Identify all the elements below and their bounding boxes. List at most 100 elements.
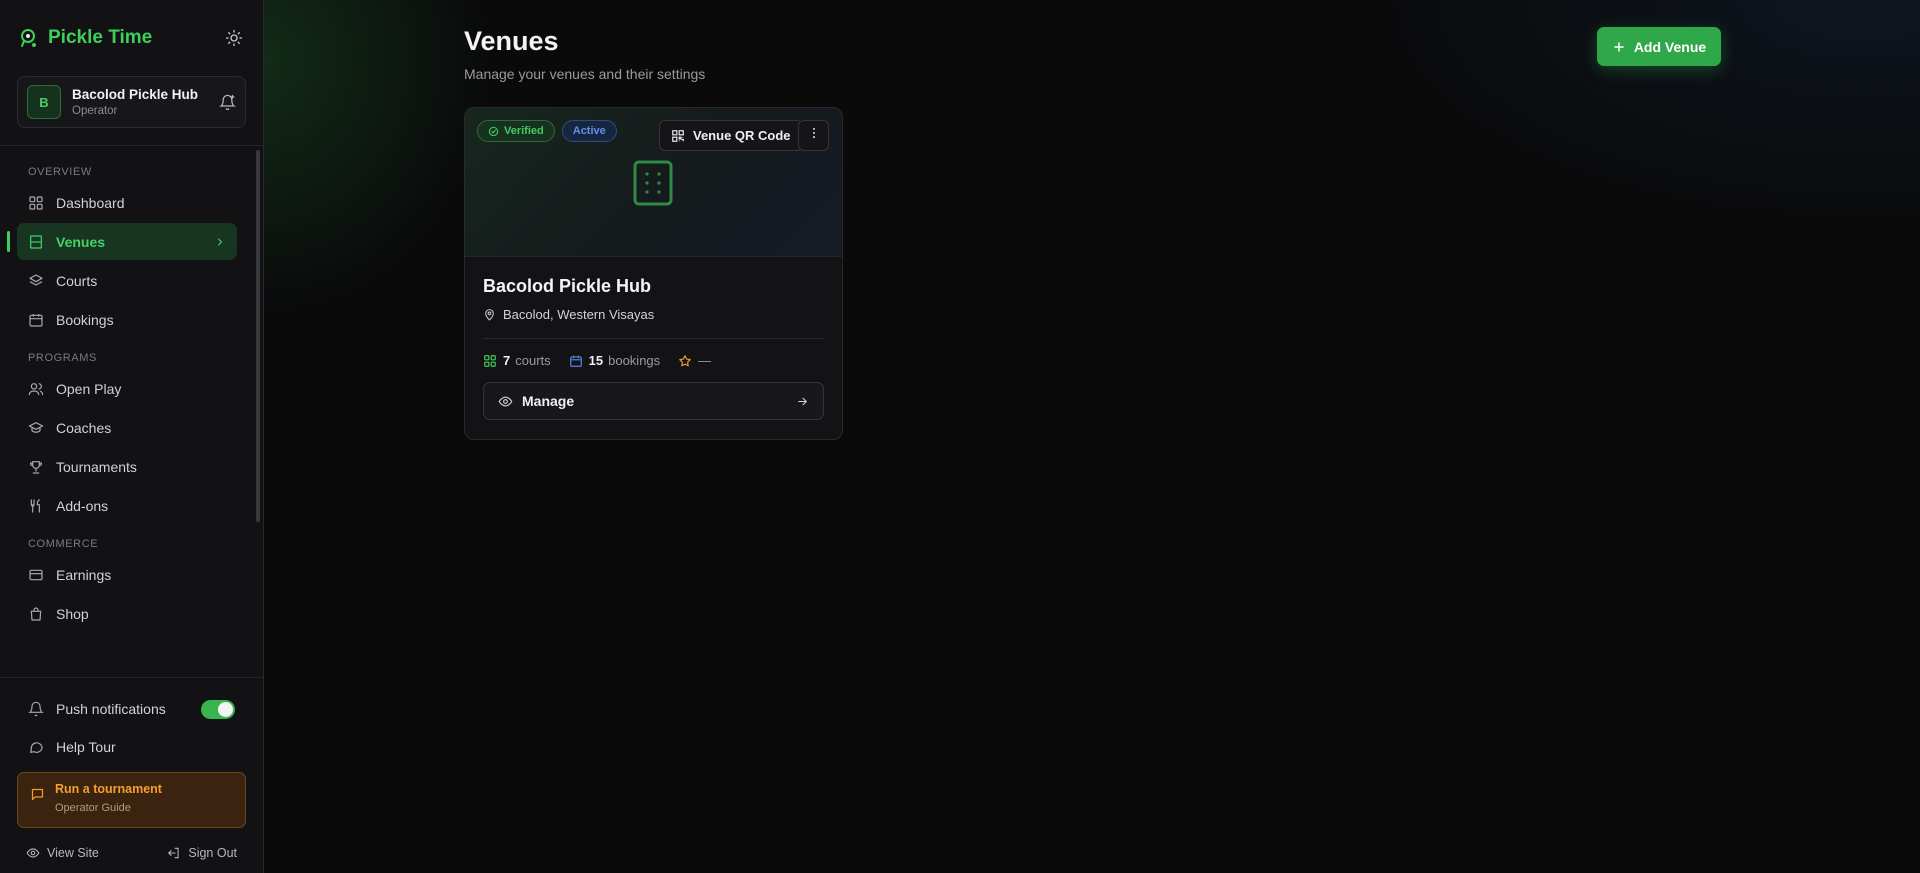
bell-icon — [28, 701, 44, 717]
operator-guide-promo[interactable]: Run a tournament Operator Guide — [17, 772, 246, 828]
bookings-label: bookings — [608, 353, 661, 368]
bookings-count: 15 — [588, 353, 604, 368]
push-notifications-label: Push notifications — [56, 701, 166, 717]
active-badge: Active — [561, 120, 617, 142]
sign-out-label: Sign Out — [188, 846, 237, 860]
calendar-icon — [28, 312, 44, 328]
more-options-button[interactable] — [798, 120, 829, 151]
sidebar-item-tournaments[interactable]: Tournaments — [17, 448, 237, 485]
view-site-link[interactable]: View Site — [26, 846, 99, 860]
bookings-stat: 15 bookings — [569, 353, 661, 368]
layers-icon — [28, 273, 44, 289]
shopping-bag-icon — [28, 606, 44, 622]
push-notifications-row: Push notifications — [0, 690, 263, 728]
sidebar-item-open-play[interactable]: Open Play — [17, 370, 237, 407]
add-venue-button[interactable]: Add Venue — [1597, 27, 1721, 66]
sidebar-bottom: Push notifications Help Tour Run a tourn… — [0, 677, 263, 873]
help-tour-label: Help Tour — [56, 739, 116, 755]
section-label-commerce: COMMERCE — [28, 538, 99, 550]
verified-label: Verified — [504, 125, 544, 137]
wallet-icon — [28, 567, 44, 583]
org-avatar: B — [27, 85, 61, 119]
sidebar-item-label: Bookings — [56, 311, 114, 328]
promo-text: Run a tournament Operator Guide — [55, 782, 162, 814]
sidebar-item-bookings[interactable]: Bookings — [17, 301, 237, 338]
org-info: Bacolod Pickle Hub Operator — [72, 87, 219, 117]
venue-name: Bacolod Pickle Hub — [483, 276, 652, 296]
theme-toggle-sun-icon[interactable] — [223, 27, 245, 49]
manage-label: Manage — [522, 393, 575, 409]
sidebar: Pickle Time B Bacolod Pickle Hub Operato… — [0, 0, 264, 873]
chevron-right-icon — [214, 236, 226, 248]
court-placeholder-icon — [633, 160, 673, 211]
sidebar-item-label: Coaches — [56, 419, 112, 436]
grid-icon — [28, 195, 44, 211]
sidebar-item-coaches[interactable]: Coaches — [17, 409, 237, 446]
venue-divider — [483, 338, 824, 339]
sidebar-item-venues[interactable]: Venues — [7, 223, 237, 260]
trophy-icon — [28, 459, 44, 475]
arrow-right-icon — [796, 395, 809, 408]
log-out-icon — [167, 846, 181, 860]
org-switcher[interactable]: B Bacolod Pickle Hub Operator — [17, 76, 246, 128]
sidebar-item-courts[interactable]: Courts — [17, 262, 237, 299]
view-site-label: View Site — [47, 846, 99, 860]
sidebar-scrollbar[interactable] — [256, 150, 260, 522]
sidebar-item-label: Open Play — [56, 380, 122, 397]
push-notifications-toggle[interactable] — [201, 699, 235, 719]
venue-location-text: Bacolod, Western Visayas — [503, 307, 655, 322]
grid-icon — [483, 354, 497, 368]
eye-icon — [26, 846, 40, 860]
sidebar-item-dashboard[interactable]: Dashboard — [17, 184, 237, 221]
page-title: Venues — [464, 26, 559, 56]
sidebar-item-label: Dashboard — [56, 194, 125, 211]
venue-qr-code-button[interactable]: Venue QR Code — [659, 120, 803, 151]
help-tour-button[interactable]: Help Tour — [0, 728, 263, 766]
courts-count: 7 — [503, 353, 511, 368]
qr-code-icon — [671, 129, 685, 143]
sidebar-item-label: Tournaments — [56, 458, 137, 475]
promo-subtitle: Operator Guide — [55, 802, 131, 814]
brand-header: Pickle Time — [0, 0, 263, 76]
section-label-overview: OVERVIEW — [28, 166, 92, 178]
brand-name: Pickle Time — [48, 27, 153, 48]
map-pin-icon — [483, 308, 496, 321]
sidebar-item-shop[interactable]: Shop — [17, 595, 237, 632]
check-circle-icon — [488, 126, 499, 137]
venue-card-body: Bacolod Pickle Hub Bacolod, Western Visa… — [465, 257, 842, 439]
rating-value: — — [698, 353, 712, 368]
sidebar-item-earnings[interactable]: Earnings — [17, 556, 237, 593]
verified-badge: Verified — [477, 120, 555, 142]
venue-location: Bacolod, Western Visayas — [483, 307, 824, 322]
calendar-icon — [569, 354, 583, 368]
plus-icon — [1612, 40, 1626, 54]
org-role: Operator — [72, 105, 118, 117]
sidebar-item-add-ons[interactable]: Add-ons — [17, 487, 237, 524]
main-content: Venues Manage your venues and their sett… — [264, 0, 1920, 873]
eye-icon — [498, 394, 513, 409]
venue-stats: 7 courts 15 bookings — — [483, 353, 824, 368]
sidebar-item-label: Shop — [56, 605, 89, 622]
sidebar-item-label: Earnings — [56, 566, 112, 583]
section-label-programs: PROGRAMS — [28, 352, 97, 364]
venue-badges: Verified Active — [477, 120, 617, 142]
venue-card-hero: Verified Active Venue QR Code — [465, 108, 842, 257]
sidebar-item-label: Courts — [56, 272, 98, 289]
add-venue-label: Add Venue — [1633, 38, 1707, 55]
app-root: Pickle Time B Bacolod Pickle Hub Operato… — [0, 0, 1920, 873]
more-vertical-icon — [807, 126, 821, 145]
manage-venue-button[interactable]: Manage — [483, 382, 824, 420]
page-header: Venues Manage your venues and their sett… — [464, 26, 705, 82]
rating-stat: — — [678, 353, 711, 368]
court-icon — [28, 234, 44, 250]
sign-out-button[interactable]: Sign Out — [167, 846, 237, 860]
users-icon — [28, 381, 44, 397]
courts-label: courts — [515, 353, 551, 368]
venue-card: Verified Active Venue QR Code Bacolod Pi… — [464, 107, 843, 440]
sidebar-item-label: Venues — [56, 233, 106, 250]
sidebar-footer: View Site Sign Out — [0, 833, 263, 873]
notification-bell-icon[interactable] — [219, 94, 236, 111]
pickleball-logo-icon — [18, 27, 40, 49]
page-subtitle: Manage your venues and their settings — [464, 66, 706, 82]
utensils-icon — [28, 498, 44, 514]
